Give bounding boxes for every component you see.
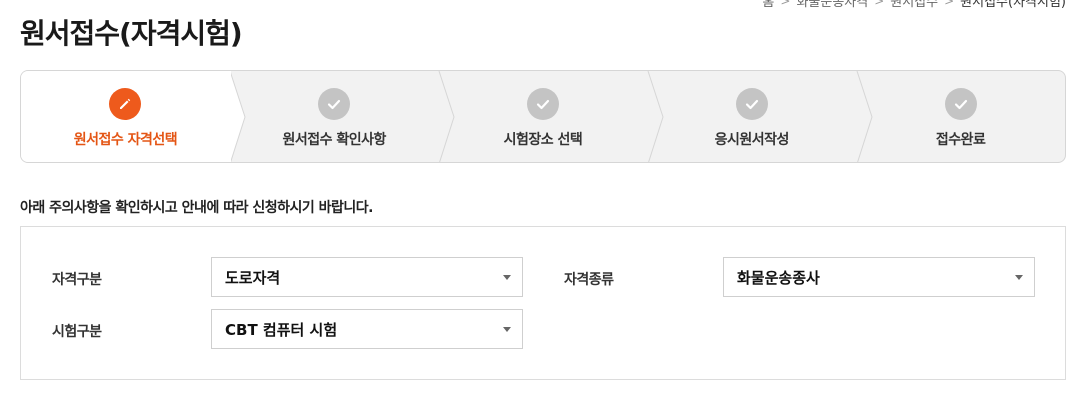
qualification-kind-label: 자격종류 — [564, 272, 614, 288]
breadcrumb-current: 원서접수(자격시험) — [960, 0, 1066, 10]
step-3: 시험장소 선택 — [439, 71, 648, 162]
qualification-type-select[interactable]: 도로자격 — [211, 257, 523, 297]
caret-down-icon — [1015, 275, 1023, 280]
breadcrumb-home[interactable]: 홈 — [762, 0, 774, 10]
exam-type-label: 시험구분 — [52, 324, 102, 340]
check-icon — [735, 88, 768, 120]
step-2: 원서접수 확인사항 — [230, 71, 439, 162]
breadcrumb-item[interactable]: 화물운송자격 — [796, 0, 868, 10]
qualification-kind-value: 화물운송종사 — [737, 268, 820, 287]
step-1: 원서접수 자격선택 — [21, 71, 230, 162]
caret-down-icon — [503, 327, 511, 332]
breadcrumb-item[interactable]: 원서접수 — [890, 0, 938, 10]
page-title: 원서접수(자격시험) — [20, 17, 243, 50]
step-5: 접수완료 — [856, 71, 1065, 162]
qualification-type-label: 자격구분 — [52, 272, 102, 288]
exam-type-value: CBT 컴퓨터 시험 — [225, 320, 338, 339]
chevron-right-icon: > — [944, 0, 955, 8]
step-label: 응시원서작성 — [714, 132, 790, 148]
step-label: 원서접수 자격선택 — [73, 132, 178, 148]
step-4: 응시원서작성 — [647, 71, 856, 162]
chevron-right-icon: > — [874, 0, 885, 8]
step-progress: 원서접수 자격선택 원서접수 확인사항 시험장소 선택 응시원서작성 접수완료 — [20, 70, 1066, 163]
chevron-right-icon: > — [780, 0, 791, 8]
notice-text: 아래 주의사항을 확인하시고 안내에 따라 신청하시기 바랍니다. — [20, 200, 373, 216]
breadcrumb: 홈 > 화물운송자격 > 원서접수 > 원서접수(자격시험) — [762, 0, 1066, 10]
pencil-icon — [109, 88, 142, 120]
qualification-type-value: 도로자격 — [225, 268, 281, 287]
step-label: 시험장소 선택 — [503, 132, 583, 148]
caret-down-icon — [503, 275, 511, 280]
check-icon — [318, 88, 351, 120]
qualification-kind-select[interactable]: 화물운송종사 — [723, 257, 1035, 297]
exam-type-select[interactable]: CBT 컴퓨터 시험 — [211, 309, 523, 349]
step-label: 원서접수 확인사항 — [282, 132, 386, 148]
check-icon — [526, 88, 559, 120]
check-icon — [944, 88, 977, 120]
step-label: 접수완료 — [935, 132, 986, 148]
qualification-form: 자격구분 도로자격 자격종류 화물운송종사 시험구분 CBT 컴퓨터 시험 — [20, 226, 1066, 380]
